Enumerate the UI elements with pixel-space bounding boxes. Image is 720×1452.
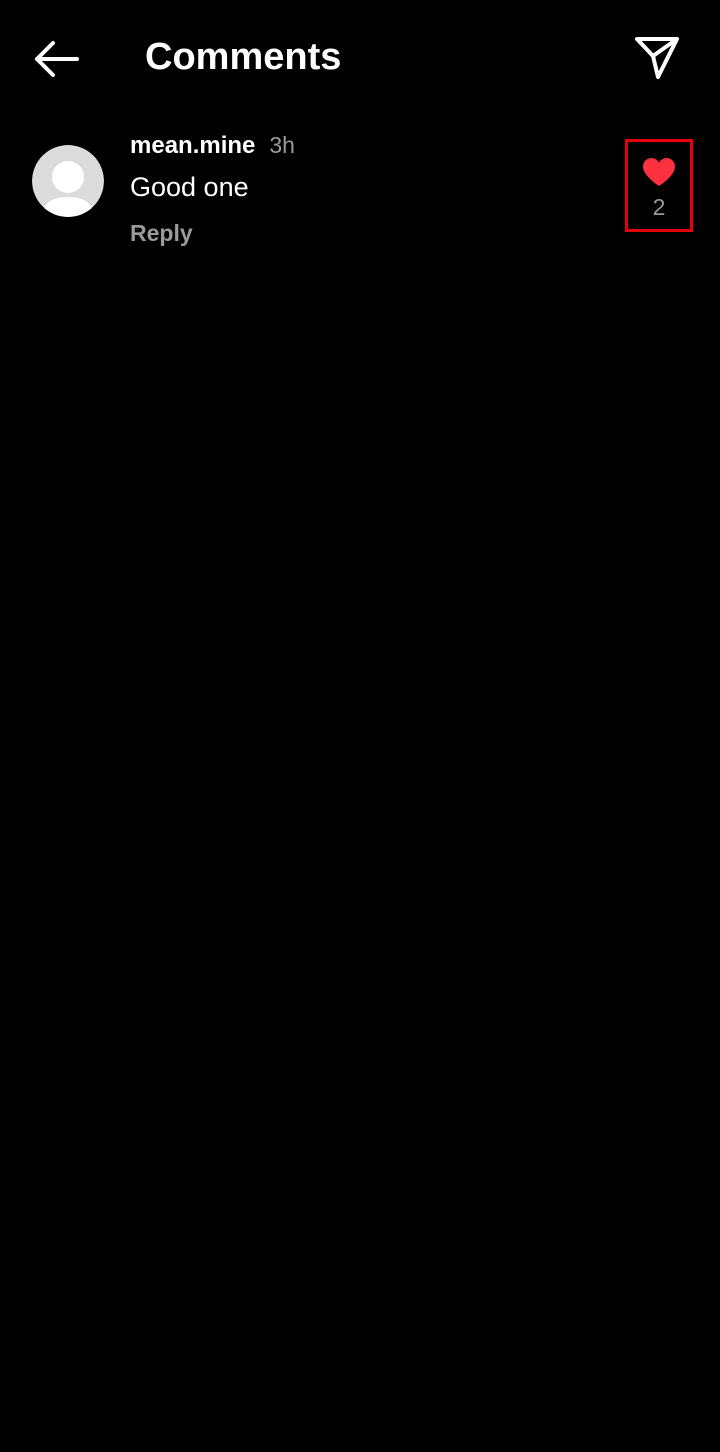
comment-text: Good one bbox=[130, 172, 249, 202]
back-button[interactable] bbox=[26, 30, 86, 88]
arrow-left-icon bbox=[35, 41, 79, 77]
avatar[interactable] bbox=[32, 145, 104, 217]
page-title: Comments bbox=[145, 36, 342, 78]
comment-item: mean.mine 3h Good one Reply 2 bbox=[0, 120, 720, 260]
like-button[interactable]: 2 bbox=[625, 139, 693, 232]
comment-username[interactable]: mean.mine bbox=[130, 132, 255, 160]
heart-icon bbox=[643, 158, 675, 186]
default-avatar-icon bbox=[32, 145, 104, 217]
comment-meta: mean.mine 3h bbox=[130, 132, 295, 164]
paper-plane-icon bbox=[635, 37, 679, 79]
comment-timestamp: 3h bbox=[269, 132, 295, 158]
reply-button[interactable]: Reply bbox=[130, 220, 193, 247]
share-button[interactable] bbox=[628, 30, 686, 86]
header: Comments bbox=[0, 0, 720, 112]
like-count: 2 bbox=[652, 194, 666, 220]
